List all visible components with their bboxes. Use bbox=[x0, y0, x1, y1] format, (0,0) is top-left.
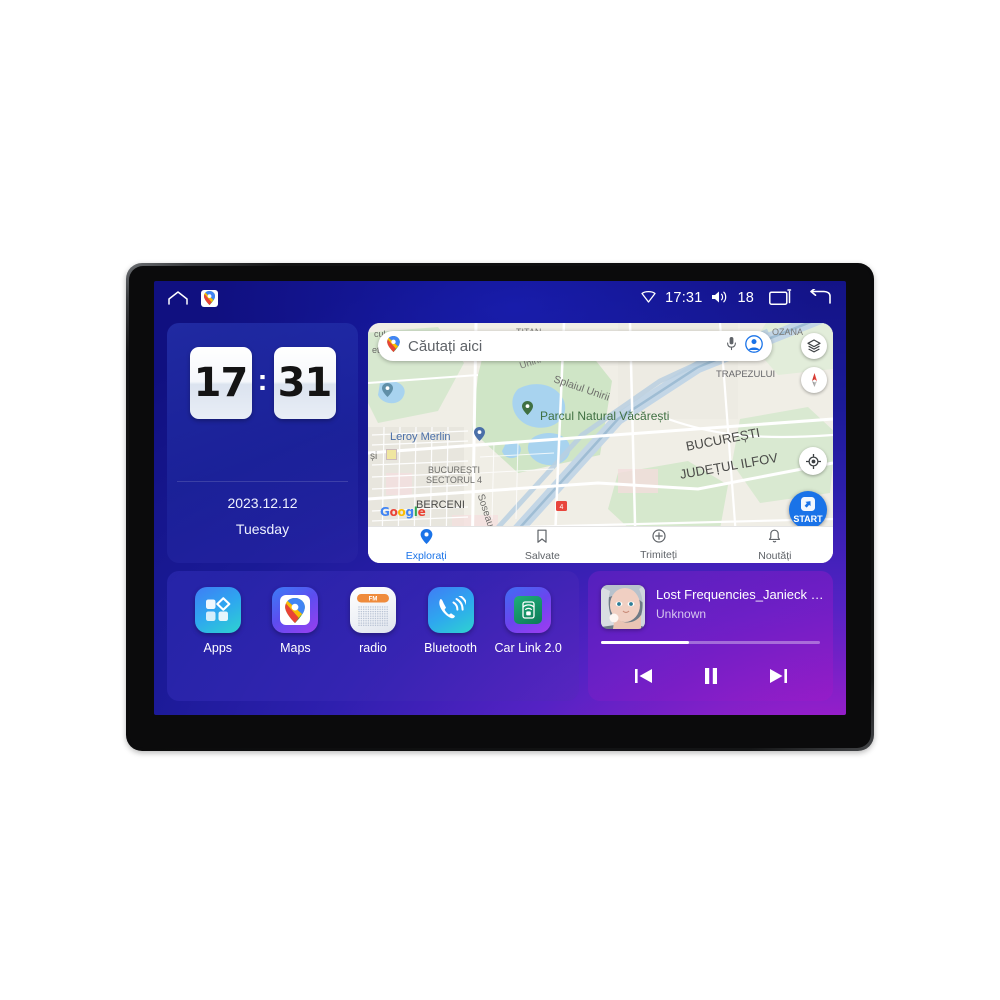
previous-button[interactable] bbox=[633, 666, 655, 686]
dock-item-car-link-2-0[interactable]: Car Link 2.0 bbox=[494, 587, 562, 655]
dock-item-maps[interactable]: Maps bbox=[264, 587, 326, 655]
car-link-icon[interactable] bbox=[505, 587, 552, 633]
bell-icon bbox=[768, 529, 781, 549]
location-pin-icon bbox=[420, 528, 433, 549]
map-nav-label: Explorați bbox=[405, 549, 447, 562]
status-bar: 17:31 18 bbox=[154, 281, 846, 315]
account-avatar-icon[interactable] bbox=[745, 334, 763, 358]
map-nav-label: Noutăți bbox=[758, 549, 792, 562]
microphone-icon[interactable] bbox=[726, 336, 737, 356]
apps-grid-icon[interactable] bbox=[194, 587, 241, 633]
clock-minutes: 31 bbox=[273, 347, 336, 419]
google-maps-icon[interactable] bbox=[201, 289, 218, 307]
map-nav-item-1[interactable]: Salvate bbox=[484, 529, 600, 562]
map-nav-label: Salvate bbox=[524, 549, 560, 562]
touchscreen-display[interactable]: 17:31 18 17: 31 2023.12.12 Tuesday 4 cu… bbox=[154, 281, 846, 715]
layers-icon bbox=[807, 339, 821, 353]
clock-widget[interactable]: 17 : 31 2023.12.12 Tuesday bbox=[167, 323, 358, 563]
map-widget[interactable]: 4 culetTITANOZANAUniriiSplaiul UniriiTRA… bbox=[368, 323, 833, 563]
compass-icon bbox=[811, 373, 817, 387]
contribute-plus-icon bbox=[652, 529, 666, 548]
status-bar-right-group: 17:31 18 bbox=[641, 281, 832, 315]
dock-item-label: Apps bbox=[203, 641, 233, 655]
dock-item-label: Maps bbox=[280, 641, 311, 655]
map-nav-item-2[interactable]: Trimiteți bbox=[601, 529, 717, 561]
search-input[interactable]: Căutați aici bbox=[408, 338, 718, 355]
poi-marker[interactable] bbox=[382, 383, 393, 402]
start-label: START bbox=[793, 514, 823, 524]
clock-day: Tuesday bbox=[235, 521, 290, 537]
next-track-icon bbox=[769, 669, 787, 683]
status-time: 17:31 bbox=[665, 290, 703, 306]
wifi-icon bbox=[641, 290, 656, 306]
dock-item-radio[interactable]: FM radio bbox=[342, 587, 404, 655]
playback-progress-fill bbox=[601, 641, 689, 644]
play-pause-button[interactable] bbox=[700, 665, 722, 687]
dock-item-label: Car Link 2.0 bbox=[494, 641, 562, 655]
media-player-widget[interactable]: Lost Frequencies_Janieck Devy-... Unknow… bbox=[588, 571, 833, 701]
car-head-unit-device: 17:31 18 17: 31 2023.12.12 Tuesday 4 cu… bbox=[126, 263, 874, 751]
recent-apps-icon[interactable] bbox=[769, 288, 793, 308]
app-dock-panel: Apps Maps FM radio Bluetooth Car Link 2.0 bbox=[167, 571, 579, 701]
clock-separator: : bbox=[257, 364, 268, 397]
my-location-button[interactable] bbox=[799, 447, 827, 475]
store-poi-marker[interactable] bbox=[386, 449, 397, 460]
map-search-bar[interactable]: Căutați aici bbox=[378, 331, 772, 361]
media-controls bbox=[588, 659, 833, 693]
previous-track-icon bbox=[634, 669, 652, 683]
album-art-thumbnail bbox=[601, 585, 645, 629]
map-nav-item-0[interactable]: Explorați bbox=[368, 528, 484, 562]
flip-clock: 17 : 31 bbox=[167, 347, 358, 419]
bookmark-icon bbox=[536, 529, 548, 549]
start-navigation-button[interactable]: START bbox=[789, 491, 827, 529]
bluetooth-phone-icon[interactable] bbox=[427, 587, 474, 633]
map-pin-icon bbox=[387, 335, 400, 357]
fm-radio-icon[interactable]: FM bbox=[349, 587, 396, 633]
clock-date: 2023.12.12 bbox=[227, 495, 298, 511]
track-artist: Unknown bbox=[656, 607, 707, 621]
next-button[interactable] bbox=[767, 666, 789, 686]
svg-text:4: 4 bbox=[560, 504, 564, 511]
svg-text:FM: FM bbox=[369, 596, 378, 602]
map-bottom-navigation[interactable]: Explorați Salvate Trimiteți Noutăți bbox=[368, 526, 833, 563]
my-location-icon bbox=[805, 453, 821, 469]
volume-level: 18 bbox=[737, 290, 754, 306]
layers-button[interactable] bbox=[801, 333, 827, 359]
track-title: Lost Frequencies_Janieck Devy-... bbox=[656, 587, 824, 602]
volume-icon bbox=[711, 290, 728, 307]
home-icon[interactable] bbox=[168, 291, 188, 305]
dock-item-label: Bluetooth bbox=[424, 641, 477, 655]
park-poi-marker[interactable] bbox=[522, 401, 533, 420]
compass-button[interactable] bbox=[801, 367, 827, 393]
google-maps-icon[interactable] bbox=[272, 587, 319, 633]
leroy-merlin-poi-marker[interactable] bbox=[474, 427, 485, 446]
back-arrow-icon[interactable] bbox=[808, 286, 832, 308]
map-nav-item-3[interactable]: Noutăți bbox=[717, 529, 833, 562]
playback-progress-bar[interactable] bbox=[601, 641, 820, 644]
google-attribution: Google bbox=[380, 505, 426, 519]
dock-item-label: radio bbox=[359, 641, 387, 655]
clock-hours: 17 bbox=[189, 347, 252, 419]
app-dock-row: Apps Maps FM radio Bluetooth Car Link 2.0 bbox=[167, 587, 579, 655]
pause-icon bbox=[704, 668, 717, 684]
dock-item-bluetooth[interactable]: Bluetooth bbox=[420, 587, 482, 655]
clock-divider bbox=[177, 481, 348, 482]
dock-item-apps[interactable]: Apps bbox=[187, 587, 249, 655]
navigation-arrow-icon bbox=[801, 497, 815, 511]
map-nav-label: Trimiteți bbox=[640, 549, 678, 561]
status-bar-left-group bbox=[168, 281, 218, 315]
